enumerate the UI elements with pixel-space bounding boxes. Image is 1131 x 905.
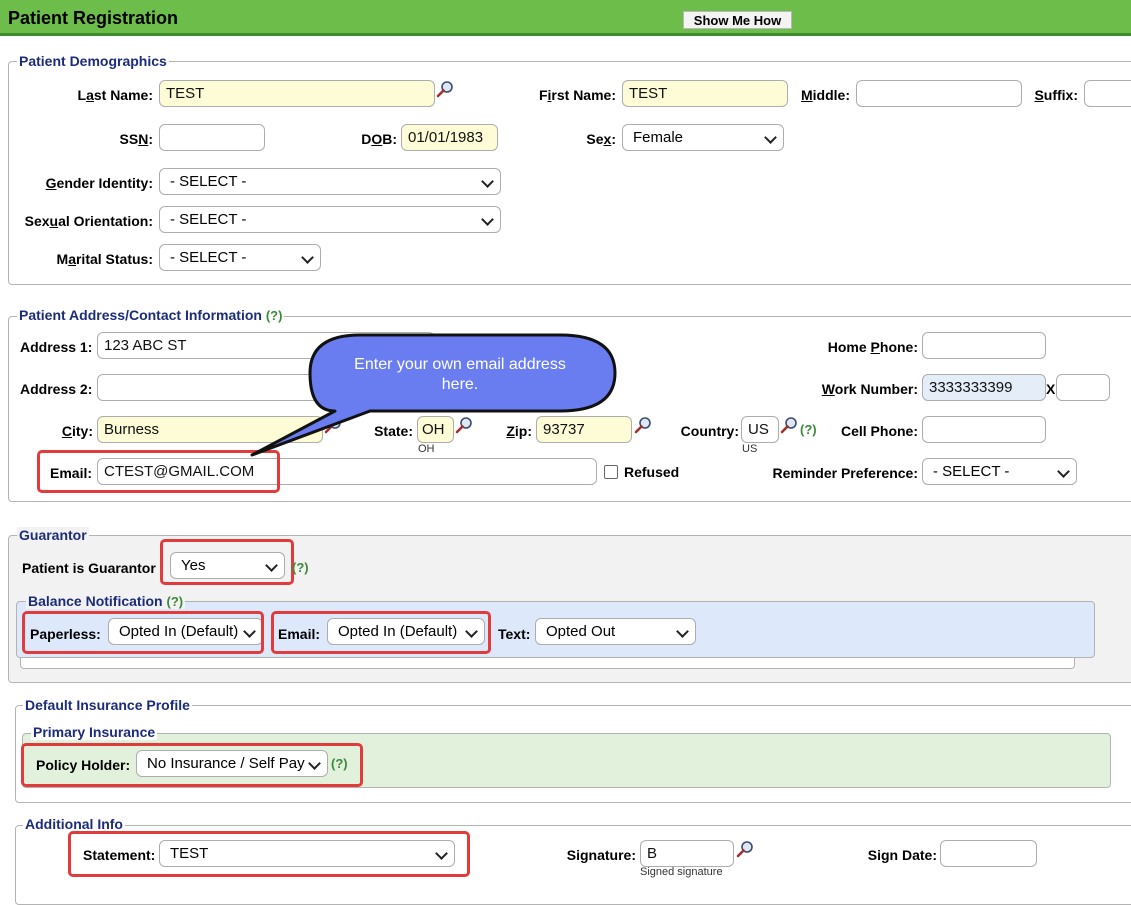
patient-is-guarantor-select[interactable]: Yes (170, 552, 285, 579)
search-icon[interactable] (780, 416, 798, 434)
patient-is-guarantor-label: Patient is Guarantor (22, 560, 156, 576)
chevron-down-icon (301, 251, 314, 264)
work-number-input[interactable] (922, 374, 1046, 401)
email-label: Email: (50, 465, 93, 481)
chevron-down-icon (265, 559, 278, 572)
address2-label: Address 2: (20, 381, 93, 397)
refused-checkbox[interactable] (604, 465, 618, 479)
chevron-down-icon (465, 625, 478, 638)
sign-date-label: Sign Date: (867, 847, 937, 863)
address1-label: Address 1: (20, 339, 93, 355)
gender-identity-value: - SELECT - (170, 173, 247, 190)
work-ext-input[interactable] (1056, 374, 1110, 401)
statement-value: TEST (170, 845, 209, 862)
paperless-label: Paperless: (30, 626, 101, 642)
chevron-down-icon (308, 757, 321, 770)
search-icon[interactable] (436, 80, 454, 98)
ssn-label: SSN: (119, 131, 153, 147)
policy-holder-value: No Insurance / Self Pay (147, 755, 305, 772)
gender-identity-select[interactable]: - SELECT - (159, 168, 501, 195)
marital-status-label: Marital Status: (56, 251, 153, 267)
paperless-value: Opted In (Default) (119, 623, 239, 640)
balance-email-label: Email: (278, 626, 321, 642)
sex-label: Sex: (586, 131, 616, 147)
reminder-preference-select[interactable]: - SELECT - (922, 458, 1077, 485)
address-legend: Patient Address/Contact Information (?) (17, 307, 285, 323)
statement-label: Statement: (83, 847, 156, 863)
callout-bubble (250, 333, 617, 457)
sexual-orientation-value: - SELECT - (170, 211, 247, 228)
country-subtext: US (742, 443, 758, 455)
cell-phone-input[interactable] (922, 416, 1046, 443)
refused-label: Refused (624, 464, 680, 480)
city-label: City: (61, 423, 93, 439)
suffix-input[interactable] (1084, 80, 1131, 107)
text-select[interactable]: Opted Out (535, 618, 696, 645)
sexual-orientation-select[interactable]: - SELECT - (159, 206, 501, 233)
chevron-down-icon (481, 213, 494, 226)
country-label: Country: (680, 423, 739, 439)
demographics-legend: Patient Demographics (17, 53, 169, 69)
sex-select[interactable]: Female (622, 124, 784, 151)
show-me-how-button[interactable]: Show Me How (683, 11, 792, 29)
chevron-down-icon (676, 625, 689, 638)
suffix-label: Suffix: (1034, 87, 1078, 103)
reminder-preference-value: - SELECT - (933, 463, 1010, 480)
first-name-label: First Name: (538, 87, 616, 103)
gender-identity-label: Gender Identity: (45, 175, 153, 191)
dob-label: DOB: (361, 131, 397, 147)
sign-date-input[interactable] (940, 840, 1037, 867)
search-icon[interactable] (634, 416, 652, 434)
home-phone-label: Home Phone: (827, 339, 918, 355)
policy-holder-label: Policy Holder: (36, 757, 131, 773)
sexual-orientation-label: Sexual Orientation: (24, 213, 153, 229)
chevron-down-icon (764, 131, 777, 144)
search-icon[interactable] (736, 840, 754, 858)
first-name-input[interactable] (622, 80, 788, 107)
patient-is-guarantor-value: Yes (181, 557, 206, 574)
address-help-icon[interactable]: (?) (266, 308, 283, 323)
chevron-down-icon (481, 175, 494, 188)
reminder-preference-label: Reminder Preference: (772, 465, 918, 481)
ssn-input[interactable] (159, 124, 265, 151)
balance-notification-legend: Balance Notification (?) (26, 593, 186, 609)
middle-name-input[interactable] (856, 80, 1022, 107)
page-title: Patient Registration (8, 8, 179, 28)
balance-email-value: Opted In (Default) (338, 623, 458, 640)
callout-text: Enter your own email address here. (354, 356, 566, 393)
sex-select-value: Female (633, 129, 684, 146)
chevron-down-icon (1057, 465, 1070, 478)
primary-insurance-legend: Primary Insurance (31, 724, 158, 740)
middle-name-label: Middle: (800, 87, 850, 103)
statement-select[interactable]: TEST (159, 840, 455, 867)
signature-subtext: Signed signature (640, 866, 723, 878)
balance-email-select[interactable]: Opted In (Default) (327, 618, 485, 645)
home-phone-input[interactable] (922, 332, 1046, 359)
text-value: Opted Out (546, 623, 616, 640)
policy-holder-help-icon[interactable]: (?) (331, 756, 348, 771)
insurance-legend: Default Insurance Profile (23, 697, 192, 713)
policy-holder-select[interactable]: No Insurance / Self Pay (136, 750, 328, 777)
paperless-select[interactable]: Opted In (Default) (108, 618, 263, 645)
chevron-down-icon (243, 625, 256, 638)
marital-status-select[interactable]: - SELECT - (159, 244, 321, 271)
country-input[interactable] (741, 416, 779, 443)
signature-input[interactable] (640, 840, 734, 867)
last-name-label: Last Name: (77, 87, 154, 103)
signature-label: Signature: (566, 847, 636, 863)
marital-status-value: - SELECT - (170, 249, 247, 266)
guarantor-legend: Guarantor (17, 527, 89, 543)
last-name-input[interactable] (159, 80, 435, 107)
text-label: Text: (498, 626, 531, 642)
cell-phone-label: Cell Phone: (840, 423, 918, 439)
work-number-label: Work Number: (821, 381, 918, 397)
work-ext-label: X (1046, 381, 1056, 397)
chevron-down-icon (435, 847, 448, 860)
balance-help-icon[interactable]: (?) (166, 594, 183, 609)
guarantor-help-icon[interactable]: (?) (292, 560, 309, 575)
additional-info-legend: Additional Info (23, 816, 125, 832)
dob-input[interactable] (401, 124, 498, 151)
country-help-icon[interactable]: (?) (800, 422, 817, 437)
